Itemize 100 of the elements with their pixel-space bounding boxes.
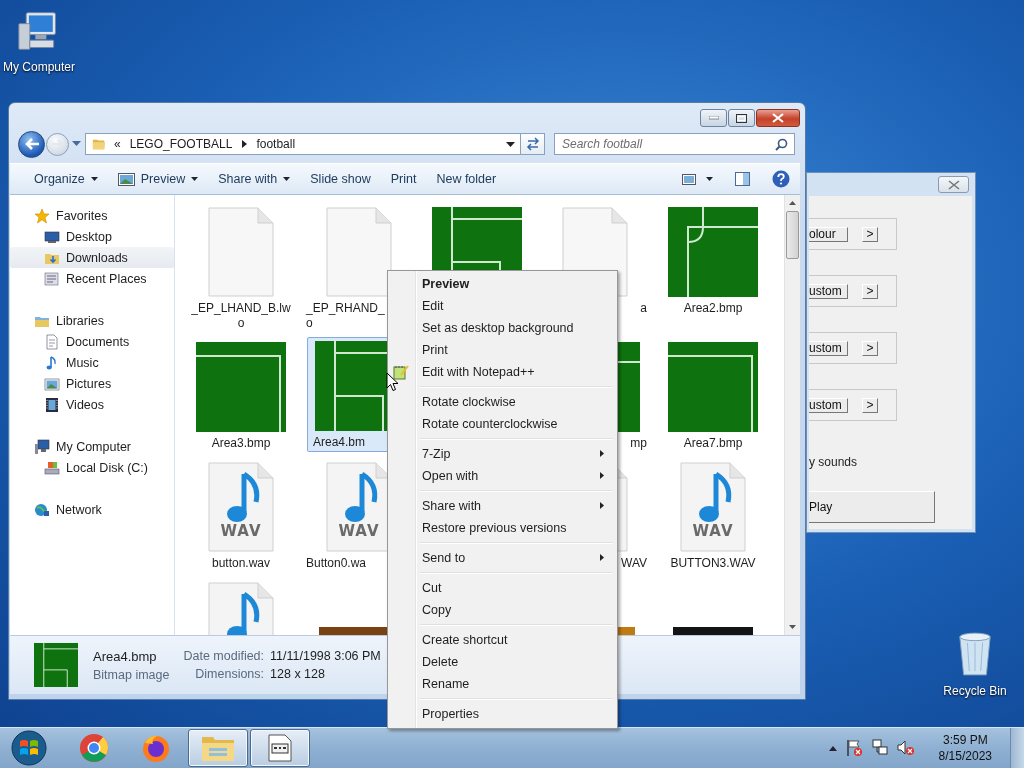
file-name[interactable]: a [640,301,647,315]
folder-icon [92,137,106,151]
nav-item[interactable]: Favorites [10,205,174,226]
search-icon[interactable] [775,138,788,151]
close-button[interactable] [938,176,969,193]
toolbar-button[interactable]: Slide show [300,167,381,191]
file-item[interactable]: WAV BUTTON3.WAV [654,460,772,572]
file-item[interactable]: WAV button.wav [182,460,300,572]
back-arrow-icon [23,137,40,151]
notepad-icon [393,364,409,380]
file-name[interactable]: WAV [621,556,647,570]
picture-frame-icon [117,172,135,186]
submenu-arrow-icon [600,472,604,479]
close-icon [772,113,784,123]
help-icon [772,170,790,188]
flag-icon[interactable] [844,739,863,757]
recycle-bin-icon[interactable] [956,630,994,678]
play-button[interactable]: Play [809,491,935,523]
file-item[interactable]: Area7.bmp [654,340,772,452]
menu-item[interactable]: Cut [390,577,615,599]
breadcrumb-overflow[interactable]: « [114,137,121,151]
star-icon [34,207,50,224]
globe-icon [34,501,50,518]
refresh-button[interactable] [521,133,545,155]
toolbar-button[interactable]: New folder [426,167,507,191]
nav-item[interactable]: Pictures [10,373,174,394]
menu-item[interactable]: Create shortcut [390,629,615,651]
more-button[interactable]: > [862,340,878,356]
minimize-icon [708,116,719,120]
taskbar-app[interactable] [250,729,310,767]
more-button[interactable]: > [862,226,878,242]
nav-item[interactable]: Recent Places [10,268,174,289]
fox-logo-icon [141,733,171,763]
menu-item[interactable]: Properties [390,703,615,725]
close-button[interactable] [756,109,800,127]
address-bar[interactable]: « LEGO_FOOTBALL football [85,133,521,155]
nav-item[interactable]: Documents [10,331,174,352]
nav-item[interactable]: My Computer [10,436,174,457]
pane-icon [735,172,750,186]
file-name[interactable]: mp [630,436,647,450]
drive-icon [44,459,60,476]
toolbar-button[interactable]: Share with [208,167,301,191]
show-hidden-icons-icon[interactable] [828,745,837,751]
file-item[interactable]: Area2.bmp [654,205,772,332]
menu-item[interactable]: Copy [390,599,615,621]
film-icon [44,396,60,413]
blank-file-icon [326,207,392,297]
option-button[interactable]: olour [809,226,848,242]
option-button[interactable]: ustom [809,283,848,299]
submenu-arrow-icon [600,502,604,509]
recent-places-icon [44,270,60,287]
file-type: Bitmap image [93,667,170,682]
audio-file-icon: WAV [208,462,274,552]
scrollbar[interactable] [784,195,800,635]
chevron-right-icon[interactable] [242,140,248,148]
more-button[interactable]: > [862,283,878,299]
caret-icon [283,177,291,181]
search-field[interactable]: Search football [554,133,795,155]
option-button[interactable]: ustom [809,397,848,413]
menu-item[interactable]: Rename [390,673,615,695]
clock[interactable]: 3:59 PM 8/15/2023 [938,732,992,764]
toolbar-button[interactable]: Preview [107,167,209,191]
pointer-icon [386,372,399,392]
monitor-icon [44,228,60,245]
nav-item[interactable]: Network [10,499,174,520]
maximize-button[interactable] [728,109,755,127]
scroll-thumb[interactable] [786,211,799,259]
speaker-muted-icon[interactable] [896,739,915,757]
menu-item[interactable]: Delete [390,651,615,673]
computer-icon [34,438,50,455]
toolbar-button[interactable]: Organize [24,167,108,191]
dropdown-arrow-icon[interactable] [506,141,515,147]
network-icon[interactable] [870,739,889,757]
breadcrumb[interactable]: LEGO_FOOTBALL [129,137,233,151]
property-value: 11/11/1998 3:06 PM [270,649,381,663]
nav-item[interactable]: Downloads [10,247,174,268]
audio-file-icon: WAV [680,462,746,552]
file-item[interactable]: _EP_LHAND_B.lw o [182,205,300,332]
nav-item[interactable]: Desktop [10,226,174,247]
file-item[interactable]: Area3.bmp [182,340,300,452]
desktop-icon-label[interactable]: Recycle Bin [943,684,1007,698]
application-icon [268,734,292,762]
breadcrumb[interactable]: football [256,137,296,151]
caret-icon [90,177,98,181]
toolbar-button[interactable]: Print [380,167,427,191]
nav-item[interactable]: Videos [10,394,174,415]
blank-file-icon [208,207,274,297]
scroll-down-icon[interactable] [789,625,796,629]
nav-item[interactable]: Music [10,352,174,373]
start-orb-icon [11,730,47,766]
nav-item[interactable]: Libraries [10,310,174,331]
document-icon [44,333,60,350]
scroll-up-icon[interactable] [789,201,796,205]
taskbar-app[interactable] [188,729,248,767]
desktop-icon-label[interactable]: My Computer [3,60,75,74]
more-button[interactable]: > [862,397,878,413]
nav-item[interactable]: Local Disk (C:) [10,457,174,478]
option-button[interactable]: ustom [809,340,848,356]
back-button[interactable] [18,130,45,158]
submenu-arrow-icon [600,450,604,457]
